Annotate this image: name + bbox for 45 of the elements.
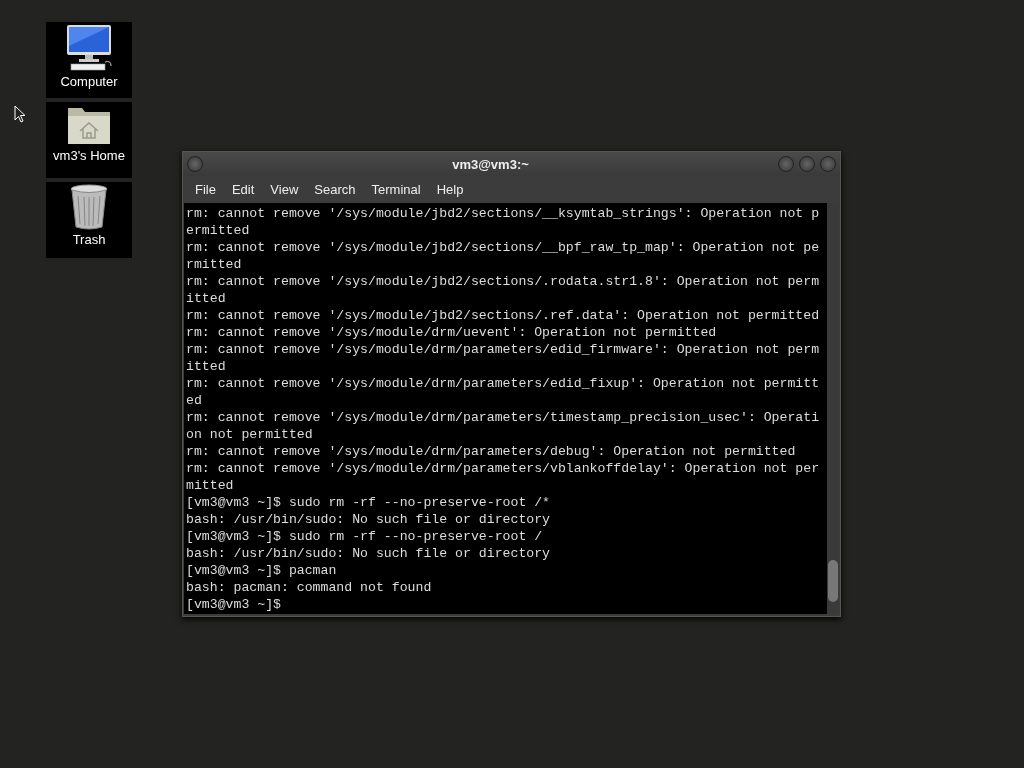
desktop-icon[interactable]: vm3's Home — [46, 102, 132, 178]
trash-bin-icon — [69, 184, 109, 230]
minimize-button[interactable] — [778, 156, 794, 172]
terminal-line: rm: cannot remove '/sys/module/drm/parameters/edid_firmware': Operation not perm — [186, 341, 821, 358]
terminal-line: rm: cannot remove '/sys/module/jbd2/sections/.ref.data': Operation not permitted — [186, 307, 821, 324]
scrollbar[interactable] — [827, 203, 839, 614]
scrollbar-thumb[interactable] — [828, 560, 838, 602]
terminal-line: bash: /usr/bin/sudo: No such file or directory — [186, 511, 552, 528]
icon-label: vm3's Home — [53, 148, 125, 163]
terminal-line: mitted — [186, 477, 235, 494]
icon-label: Computer — [60, 74, 118, 89]
terminal-line: itted — [186, 358, 227, 375]
terminal-line: bash: /usr/bin/sudo: No such file or directory — [186, 545, 552, 562]
terminal-line: rm: cannot remove '/sys/module/drm/uevent': Operation not permitted — [186, 324, 718, 341]
terminal-line: rm: cannot remove '/sys/module/drm/parameters/debug': Operation not permitted — [186, 443, 797, 460]
mouse-pointer-icon — [14, 105, 26, 123]
menu-item[interactable]: File — [187, 178, 224, 201]
terminal-line: [vm3@vm3 ~]$ pacman — [186, 562, 338, 579]
menu-item[interactable]: Terminal — [363, 178, 429, 201]
terminal-line: itted — [186, 290, 227, 307]
terminal-line: rm: cannot remove '/sys/module/drm/parameters/edid_fixup': Operation not permitt — [186, 375, 821, 392]
terminal-line: ed — [186, 392, 203, 409]
close-button[interactable] — [820, 156, 836, 172]
maximize-button[interactable] — [799, 156, 815, 172]
terminal-line: rmitted — [186, 256, 243, 273]
terminal-line: on not permitted — [186, 426, 314, 443]
terminal-line: [vm3@vm3 ~]$ sudo rm -rf --no-preserve-root / — [186, 528, 544, 545]
terminal-line: rm: cannot remove '/sys/module/drm/parameters/timestamp_precision_usec': Operati — [186, 409, 821, 426]
terminal-line: rm: cannot remove '/sys/module/jbd2/sections/__bpf_raw_tp_map': Operation not pe — [186, 239, 821, 256]
desktop-icon[interactable]: Trash — [46, 182, 132, 258]
desktop-icon[interactable]: Computer — [46, 22, 132, 98]
terminal-line: ermitted — [186, 222, 251, 239]
window-title: vm3@vm3:~ — [451, 156, 530, 172]
icon-label: Trash — [72, 232, 106, 247]
menu-item[interactable]: Help — [428, 178, 472, 201]
menu-item[interactable]: View — [262, 178, 307, 201]
terminal-line: rm: cannot remove '/sys/module/jbd2/sections/.rodata.str1.8': Operation not perm — [186, 273, 821, 290]
window-menu-button[interactable] — [187, 156, 203, 172]
menu-item[interactable]: Search — [306, 178, 364, 201]
menu-item[interactable]: Edit — [223, 178, 263, 201]
terminal-line: [vm3@vm3 ~]$ sudo rm -rf --no-preserve-root /* — [186, 494, 552, 511]
terminal-line: rm: cannot remove '/sys/module/jbd2/sections/__ksymtab_strings': Operation not p — [186, 205, 821, 222]
terminal-line: [vm3@vm3 ~]$ — [186, 596, 282, 613]
terminal-line: rm: cannot remove '/sys/module/drm/parameters/vblankoffdelay': Operation not per — [186, 460, 821, 477]
terminal-line: bash: pacman: command not found — [186, 579, 433, 596]
